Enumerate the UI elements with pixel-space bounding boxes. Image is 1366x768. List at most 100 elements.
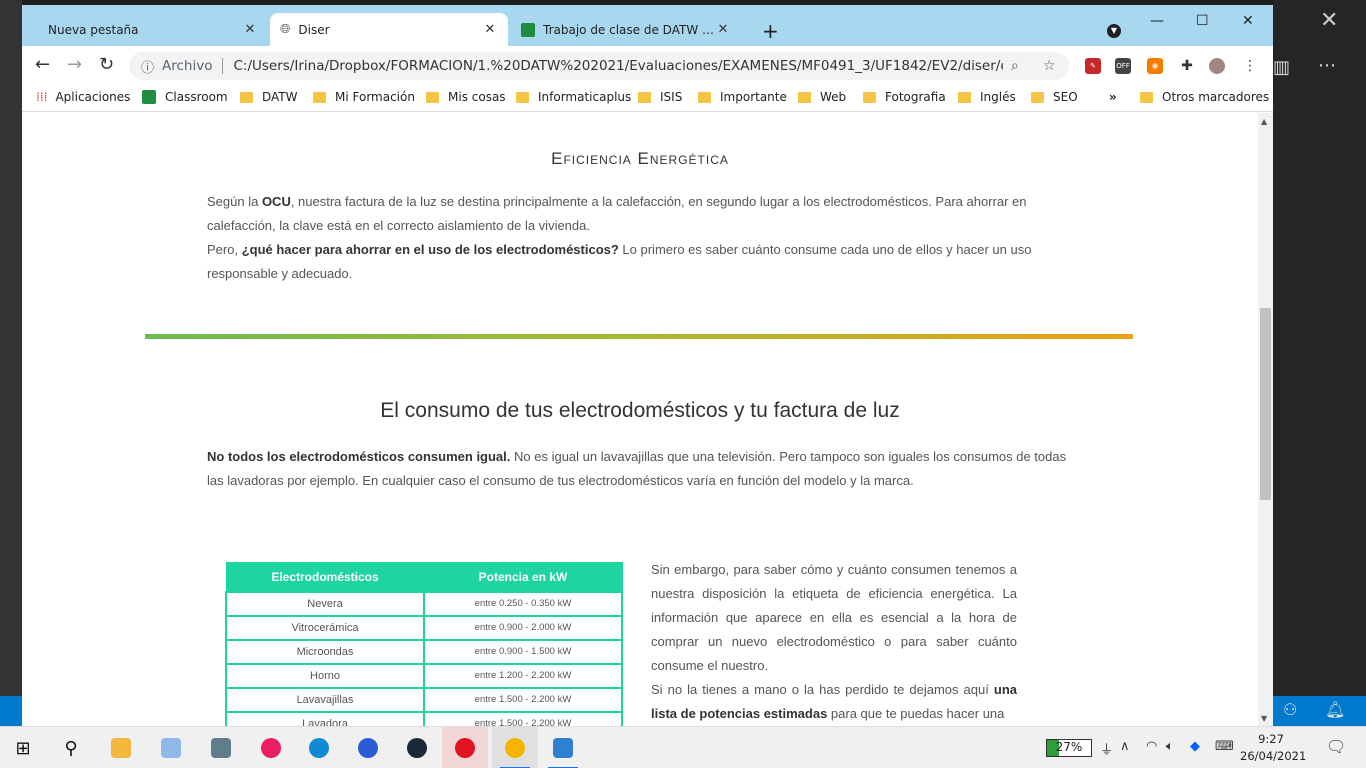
text-run: Según la bbox=[207, 194, 262, 209]
text-bold: ¿qué hacer para ahorrar en el uso de los… bbox=[241, 242, 619, 257]
steam-icon[interactable] bbox=[394, 727, 440, 768]
extension-orange-icon[interactable]: ◉ bbox=[1147, 58, 1163, 74]
close-tab-icon[interactable]: ✕ bbox=[482, 22, 498, 37]
table-header-cell: Potencia en kW bbox=[423, 562, 623, 592]
classroom-icon bbox=[142, 90, 156, 104]
bookmark-item[interactable]: Mis cosas bbox=[426, 90, 506, 104]
vscode-icon[interactable] bbox=[540, 727, 586, 768]
table-cell: Microondas bbox=[225, 638, 425, 665]
bookmark-item[interactable]: Classroom bbox=[142, 90, 228, 104]
bookmark-item[interactable]: Web bbox=[798, 90, 846, 104]
file-explorer-icon[interactable] bbox=[98, 727, 144, 768]
bookmark-star-icon[interactable]: ☆ bbox=[1043, 58, 1056, 74]
background-close-icon[interactable]: ✕ bbox=[1320, 8, 1338, 33]
plug-icon[interactable]: ⏚ bbox=[1100, 739, 1113, 758]
bookmark-item[interactable]: Fotografia bbox=[863, 90, 946, 104]
new-tab-plus-icon[interactable]: + bbox=[762, 19, 779, 43]
profile-avatar[interactable] bbox=[1209, 58, 1225, 74]
close-tab-icon[interactable]: ✕ bbox=[242, 22, 258, 37]
extension-off-icon[interactable]: OFF bbox=[1115, 58, 1131, 74]
reload-icon[interactable]: ↻ bbox=[99, 54, 114, 75]
omnibox-divider bbox=[222, 58, 224, 74]
close-tab-icon[interactable]: ✕ bbox=[715, 22, 731, 37]
info-icon[interactable]: ⓘ bbox=[141, 57, 154, 76]
scroll-up-arrow-icon[interactable]: ▲ bbox=[1261, 117, 1267, 126]
chrome-icon[interactable] bbox=[492, 727, 538, 768]
table-cell: Lavavajillas bbox=[225, 686, 425, 713]
system-clock[interactable]: 9:27 26/04/2021 bbox=[1240, 731, 1306, 765]
search-icon[interactable]: ⚲ bbox=[48, 727, 94, 768]
tab-nueva-pestana[interactable]: Nueva pestaña ✕ bbox=[30, 13, 268, 46]
opera-icon[interactable] bbox=[442, 727, 488, 768]
folder-icon bbox=[516, 91, 529, 103]
more-actions-icon[interactable]: ⋯ bbox=[1318, 55, 1336, 76]
tab-diser[interactable]: 🌐︎ Diser ✕ bbox=[270, 13, 508, 46]
page-viewport[interactable]: Eficiencia Energética Según la OCU, nues… bbox=[22, 113, 1258, 726]
text-bold: No todos los electrodomésticos consumen … bbox=[207, 449, 511, 464]
browser-toolbar: ← → ↻ ⓘ Archivo C:/Users/Irina/Dropbox/F… bbox=[22, 46, 1273, 84]
zoom-search-icon[interactable]: ⌕ bbox=[1011, 58, 1019, 74]
section-title-eficiencia: Eficiencia Energética bbox=[551, 149, 729, 168]
table-cell: Nevera bbox=[225, 590, 425, 617]
bookmark-label: Aplicaciones bbox=[55, 90, 131, 104]
maximize-button[interactable]: ☐ bbox=[1196, 13, 1209, 29]
bookmark-item[interactable]: SEO bbox=[1031, 90, 1078, 104]
windows-start-icon[interactable]: ⊞ bbox=[0, 727, 46, 768]
feedback-icon[interactable]: ⚇ bbox=[1283, 700, 1297, 719]
folder-icon bbox=[698, 91, 711, 103]
text-run: para que te puedas hacer una bbox=[827, 706, 1005, 721]
site-chip[interactable]: Archivo bbox=[162, 58, 212, 74]
split-editor-icon[interactable]: ▥ bbox=[1273, 57, 1290, 78]
bookmark-item[interactable]: Mi Formación bbox=[313, 90, 415, 104]
wifi-icon[interactable]: ◠ bbox=[1146, 739, 1157, 754]
tab-search-icon[interactable]: ▼ bbox=[1107, 24, 1121, 38]
consumo-paragraph: No todos los electrodomésticos consumen … bbox=[207, 445, 1077, 493]
scrollbar-thumb[interactable] bbox=[1260, 308, 1271, 500]
edge-icon[interactable] bbox=[296, 727, 342, 768]
bookmark-item[interactable]: ISIS bbox=[638, 90, 682, 104]
table-cell: Horno bbox=[225, 662, 425, 689]
forward-arrow-icon[interactable]: → bbox=[67, 54, 82, 75]
bookmark-item[interactable]: DATW bbox=[240, 90, 298, 104]
notifications-bell-icon[interactable]: 🔔︎ bbox=[1325, 700, 1345, 719]
extensions-puzzle-icon[interactable]: ✚ bbox=[1179, 58, 1195, 74]
etiqueta-paragraph: Sin embargo, para saber cómo y cuánto co… bbox=[651, 558, 1017, 726]
tab-classroom[interactable]: Trabajo de clase de DATW 2021 ( ✕ bbox=[511, 13, 741, 46]
tab-strip: Nueva pestaña ✕ 🌐︎ Diser ✕ Trabajo de cl… bbox=[22, 5, 1273, 46]
firefox-icon[interactable] bbox=[345, 727, 391, 768]
page-scrollbar[interactable]: ▲ ▼ bbox=[1258, 113, 1273, 726]
bookmark-item[interactable]: Inglés bbox=[958, 90, 1016, 104]
scroll-down-arrow-icon[interactable]: ▼ bbox=[1261, 714, 1267, 723]
close-button[interactable]: ✕ bbox=[1242, 13, 1254, 29]
battery-label: 27% bbox=[1055, 740, 1083, 754]
table-cell: entre 1.500 - 2.200 kW bbox=[423, 686, 623, 713]
show-hidden-icons-chevron-icon[interactable]: ∧ bbox=[1120, 739, 1130, 754]
apps-grid-icon: ⁞⁞⁞ bbox=[36, 90, 48, 104]
background-activity-bar bbox=[0, 0, 22, 696]
clock-time: 9:27 bbox=[1258, 732, 1284, 746]
keyboard-icon[interactable]: ⌨ bbox=[1215, 739, 1234, 754]
snipping-tool-icon[interactable] bbox=[248, 727, 294, 768]
action-center-icon[interactable]: 🗨︎ bbox=[1326, 737, 1346, 756]
bookmarks-overflow-button[interactable]: » bbox=[1109, 90, 1117, 104]
url-text[interactable]: C:/Users/Irina/Dropbox/FORMACION/1.%20DA… bbox=[233, 58, 1003, 74]
calculator-icon[interactable] bbox=[198, 727, 244, 768]
dropbox-icon[interactable]: ◆ bbox=[1190, 739, 1200, 754]
bookmark-label: Mi Formación bbox=[335, 90, 415, 104]
bookmark-label: Mis cosas bbox=[448, 90, 506, 104]
table-cell: entre 0.900 - 2.000 kW bbox=[423, 614, 623, 641]
address-bar[interactable]: ⓘ Archivo C:/Users/Irina/Dropbox/FORMACI… bbox=[129, 52, 1069, 80]
battery-indicator[interactable]: 27% bbox=[1046, 739, 1092, 757]
bookmark-item[interactable]: Importante bbox=[698, 90, 787, 104]
bookmark-other[interactable]: Otros marcadores bbox=[1140, 90, 1269, 104]
bookmark-item[interactable]: Informaticaplus bbox=[516, 90, 631, 104]
volume-icon[interactable]: 🔈︎ bbox=[1166, 739, 1174, 754]
minimize-button[interactable]: — bbox=[1150, 13, 1164, 29]
extension-pen-icon[interactable]: ✎ bbox=[1085, 58, 1101, 74]
bookmark-apps[interactable]: ⁞⁞⁞ Aplicaciones bbox=[36, 90, 130, 104]
paint-icon[interactable] bbox=[148, 727, 194, 768]
back-arrow-icon[interactable]: ← bbox=[35, 54, 50, 75]
table-header-row: Electrodomésticos Potencia en kW bbox=[225, 562, 623, 592]
text-run: Sin embargo, para saber cómo y cuánto co… bbox=[651, 562, 1017, 673]
menu-kebab-icon[interactable]: ⋮ bbox=[1242, 58, 1258, 74]
